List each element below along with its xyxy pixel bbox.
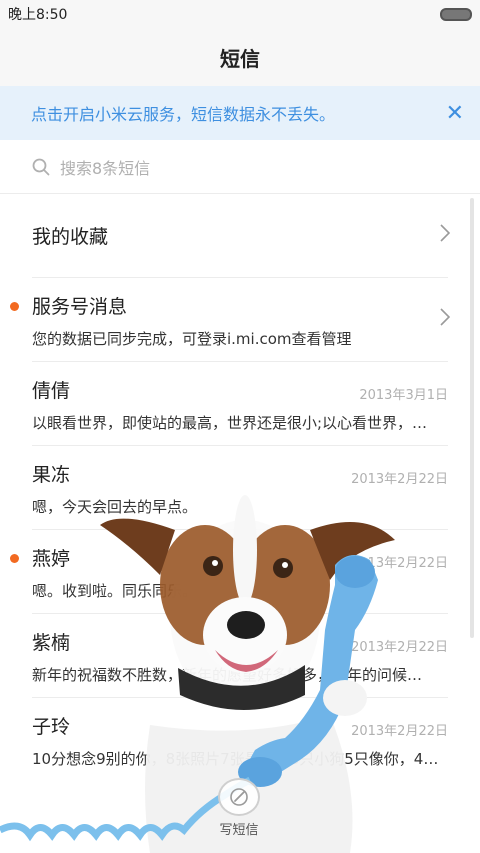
conversation-snippet: 新年的祝福数不胜数，新年的愿望好多好多，新年的问候… bbox=[32, 666, 423, 684]
list-item[interactable]: 果冻 2013年2月22日 嗯，今天会回去的早点。 bbox=[32, 446, 448, 530]
conversation-name: 紫楠 bbox=[32, 632, 71, 654]
page-title-bar: 短信 bbox=[0, 28, 480, 86]
conversation-date: 2013年2月22日 bbox=[351, 640, 448, 655]
search-icon bbox=[32, 158, 50, 175]
battery-icon bbox=[440, 7, 472, 21]
conversation-date: 2013年2月22日 bbox=[351, 556, 448, 571]
list-item[interactable]: 倩倩 2013年3月1日 以眼看世界，即使站的最高，世界还是很小;以心看世界，… bbox=[32, 362, 448, 446]
conversation-snippet: 您的数据已同步完成，可登录i.mi.com查看管理 bbox=[32, 330, 352, 348]
compose-icon[interactable] bbox=[218, 778, 260, 816]
cloud-service-banner[interactable]: 点击开启小米云服务，短信数据永不丢失。 ✕ bbox=[0, 86, 480, 140]
conversation-snippet: 嗯，今天会回去的早点。 bbox=[32, 498, 198, 516]
list-item[interactable]: 燕婷 2013年2月22日 嗯。收到啦。同乐同乐。 bbox=[10, 530, 448, 614]
compose-label[interactable]: 写短信 bbox=[219, 819, 258, 838]
close-icon[interactable]: ✕ bbox=[446, 101, 464, 126]
conversation-name: 我的收藏 bbox=[32, 226, 109, 248]
unread-dot bbox=[10, 302, 19, 311]
conversation-name: 子玲 bbox=[32, 716, 71, 738]
list-item[interactable]: 紫楠 2013年2月22日 新年的祝福数不胜数，新年的愿望好多好多，新年的问候… bbox=[32, 614, 448, 698]
conversation-date: 2013年2月22日 bbox=[351, 724, 448, 739]
conversation-list: 我的收藏 服务号消息 您的数据已同步完成，可登录i.mi.com查看管理 倩倩 … bbox=[0, 194, 480, 782]
conversation-name: 燕婷 bbox=[32, 548, 71, 570]
list-item-service-messages[interactable]: 服务号消息 您的数据已同步完成，可登录i.mi.com查看管理 bbox=[10, 278, 450, 362]
compose-button[interactable]: 写短信 bbox=[214, 778, 264, 838]
conversation-name: 服务号消息 bbox=[32, 296, 128, 318]
search-input[interactable]: 搜索8条短信 bbox=[60, 155, 150, 179]
list-item[interactable]: 子玲 2013年2月22日 10分想念9别的你，8张照片7张是你，6只小狗5只像… bbox=[32, 698, 448, 782]
chevron-right-icon bbox=[440, 308, 450, 326]
conversation-snippet: 10分想念9别的你，8张照片7张是你，6只小狗5只像你，4… bbox=[32, 750, 439, 768]
list-item-favorites[interactable]: 我的收藏 bbox=[32, 194, 450, 278]
unread-dot bbox=[10, 554, 19, 563]
banner-text[interactable]: 点击开启小米云服务，短信数据永不丢失。 bbox=[31, 101, 335, 125]
conversation-date: 2013年3月1日 bbox=[359, 388, 448, 403]
conversation-date: 2013年2月22日 bbox=[351, 472, 448, 487]
scrollbar[interactable] bbox=[470, 198, 474, 638]
conversation-name: 倩倩 bbox=[32, 380, 71, 402]
page-title: 短信 bbox=[220, 46, 260, 71]
search-bar[interactable]: 搜索8条短信 bbox=[0, 140, 480, 194]
conversation-snippet: 嗯。收到啦。同乐同乐。 bbox=[32, 582, 198, 600]
chevron-right-icon bbox=[440, 224, 450, 242]
conversation-snippet: 以眼看世界，即使站的最高，世界还是很小;以心看世界，… bbox=[32, 414, 428, 432]
status-time: 晚上8:50 bbox=[8, 7, 68, 23]
conversation-name: 果冻 bbox=[32, 464, 71, 486]
status-bar: 晚上8:50 bbox=[0, 0, 480, 28]
